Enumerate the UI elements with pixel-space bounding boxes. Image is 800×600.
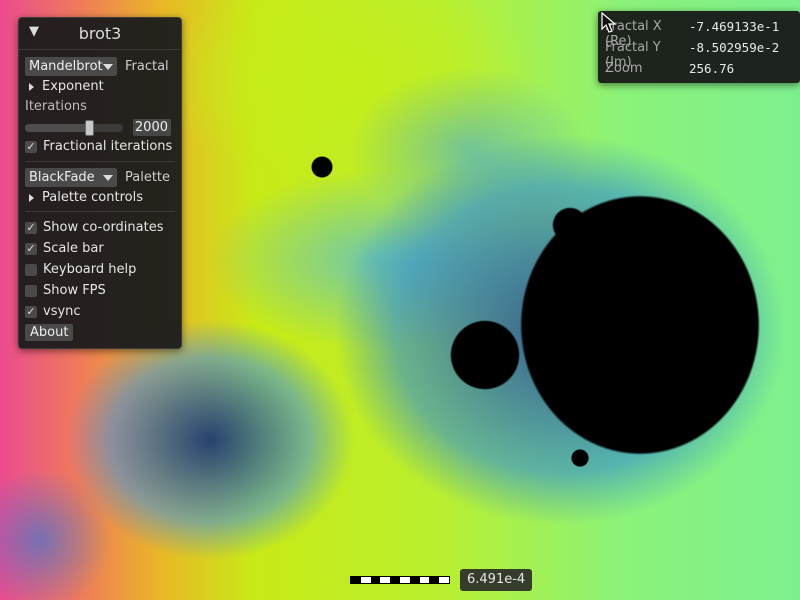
exponent-label: Exponent	[42, 79, 104, 94]
scale-bar-checkbox[interactable]: ✓ Scale bar	[25, 241, 175, 256]
iterations-row: 2000	[25, 119, 175, 136]
checkbox-icon: ✓	[25, 305, 37, 318]
show-coordinates-checkbox[interactable]: ✓ Show co-ordinates	[25, 220, 175, 235]
checkbox-icon: ✓	[25, 140, 37, 153]
palette-controls-tree-node[interactable]: Palette controls	[25, 190, 175, 205]
mouse-pointer-icon	[601, 12, 617, 33]
palette-controls-label: Palette controls	[42, 190, 143, 205]
palette-label: Palette	[125, 170, 171, 185]
scale-bar-label: Scale bar	[43, 241, 104, 256]
palette-row: BlackFade Palette	[25, 168, 175, 187]
divider	[25, 161, 175, 162]
show-coordinates-label: Show co-ordinates	[43, 220, 164, 235]
chevron-down-icon	[103, 63, 113, 70]
zoom-row: Zoom 256.76	[605, 61, 734, 76]
fractional-iterations-label: Fractional iterations	[43, 139, 173, 154]
show-fps-label: Show FPS	[43, 283, 106, 298]
checkbox-icon	[25, 263, 37, 276]
about-button[interactable]: About	[25, 324, 74, 341]
show-fps-checkbox[interactable]: Show FPS	[25, 283, 175, 298]
control-panel: ▼ brot3 Mandelbrot Fractal Exponent Iter…	[18, 17, 182, 349]
fractal-label: Fractal	[125, 59, 169, 74]
palette-select-value: BlackFade	[29, 170, 95, 185]
expand-arrow-icon	[29, 82, 34, 91]
checkbox-icon: ✓	[25, 221, 37, 234]
expand-arrow-icon	[29, 193, 34, 202]
checkbox-icon: ✓	[25, 242, 37, 255]
zoom-label: Zoom	[605, 61, 643, 76]
iterations-slider[interactable]	[25, 119, 123, 136]
vsync-label: vsync	[43, 304, 81, 319]
about-row: About	[25, 324, 175, 341]
fractal-select-value: Mandelbrot	[29, 59, 103, 74]
coordinates-overlay: Fractal X (Re) -7.469133e-1 Fractal Y (I…	[598, 11, 800, 83]
panel-titlebar[interactable]: ▼ brot3	[19, 18, 181, 50]
fractional-iterations-checkbox[interactable]: ✓ Fractional iterations	[25, 139, 175, 154]
collapse-icon[interactable]: ▼	[29, 24, 39, 39]
keyboard-help-label: Keyboard help	[43, 262, 137, 277]
vsync-checkbox[interactable]: ✓ vsync	[25, 304, 175, 319]
iterations-label: Iterations	[25, 99, 87, 114]
fractal-row: Mandelbrot Fractal	[25, 57, 175, 76]
iterations-input[interactable]: 2000	[133, 119, 171, 136]
panel-title: brot3	[78, 24, 122, 43]
divider	[25, 211, 175, 212]
palette-select[interactable]: BlackFade	[25, 168, 117, 187]
chevron-down-icon	[103, 174, 113, 181]
exponent-tree-node[interactable]: Exponent	[25, 79, 175, 94]
checkbox-icon	[25, 284, 37, 297]
iterations-slider-fill	[25, 123, 89, 132]
scale-bar	[350, 576, 450, 584]
keyboard-help-checkbox[interactable]: Keyboard help	[25, 262, 175, 277]
zoom-value: 256.76	[689, 61, 735, 76]
iterations-slider-thumb[interactable]	[84, 119, 94, 136]
fractal-select[interactable]: Mandelbrot	[25, 57, 117, 76]
scale-bar-value: 6.491e-4	[460, 569, 533, 591]
